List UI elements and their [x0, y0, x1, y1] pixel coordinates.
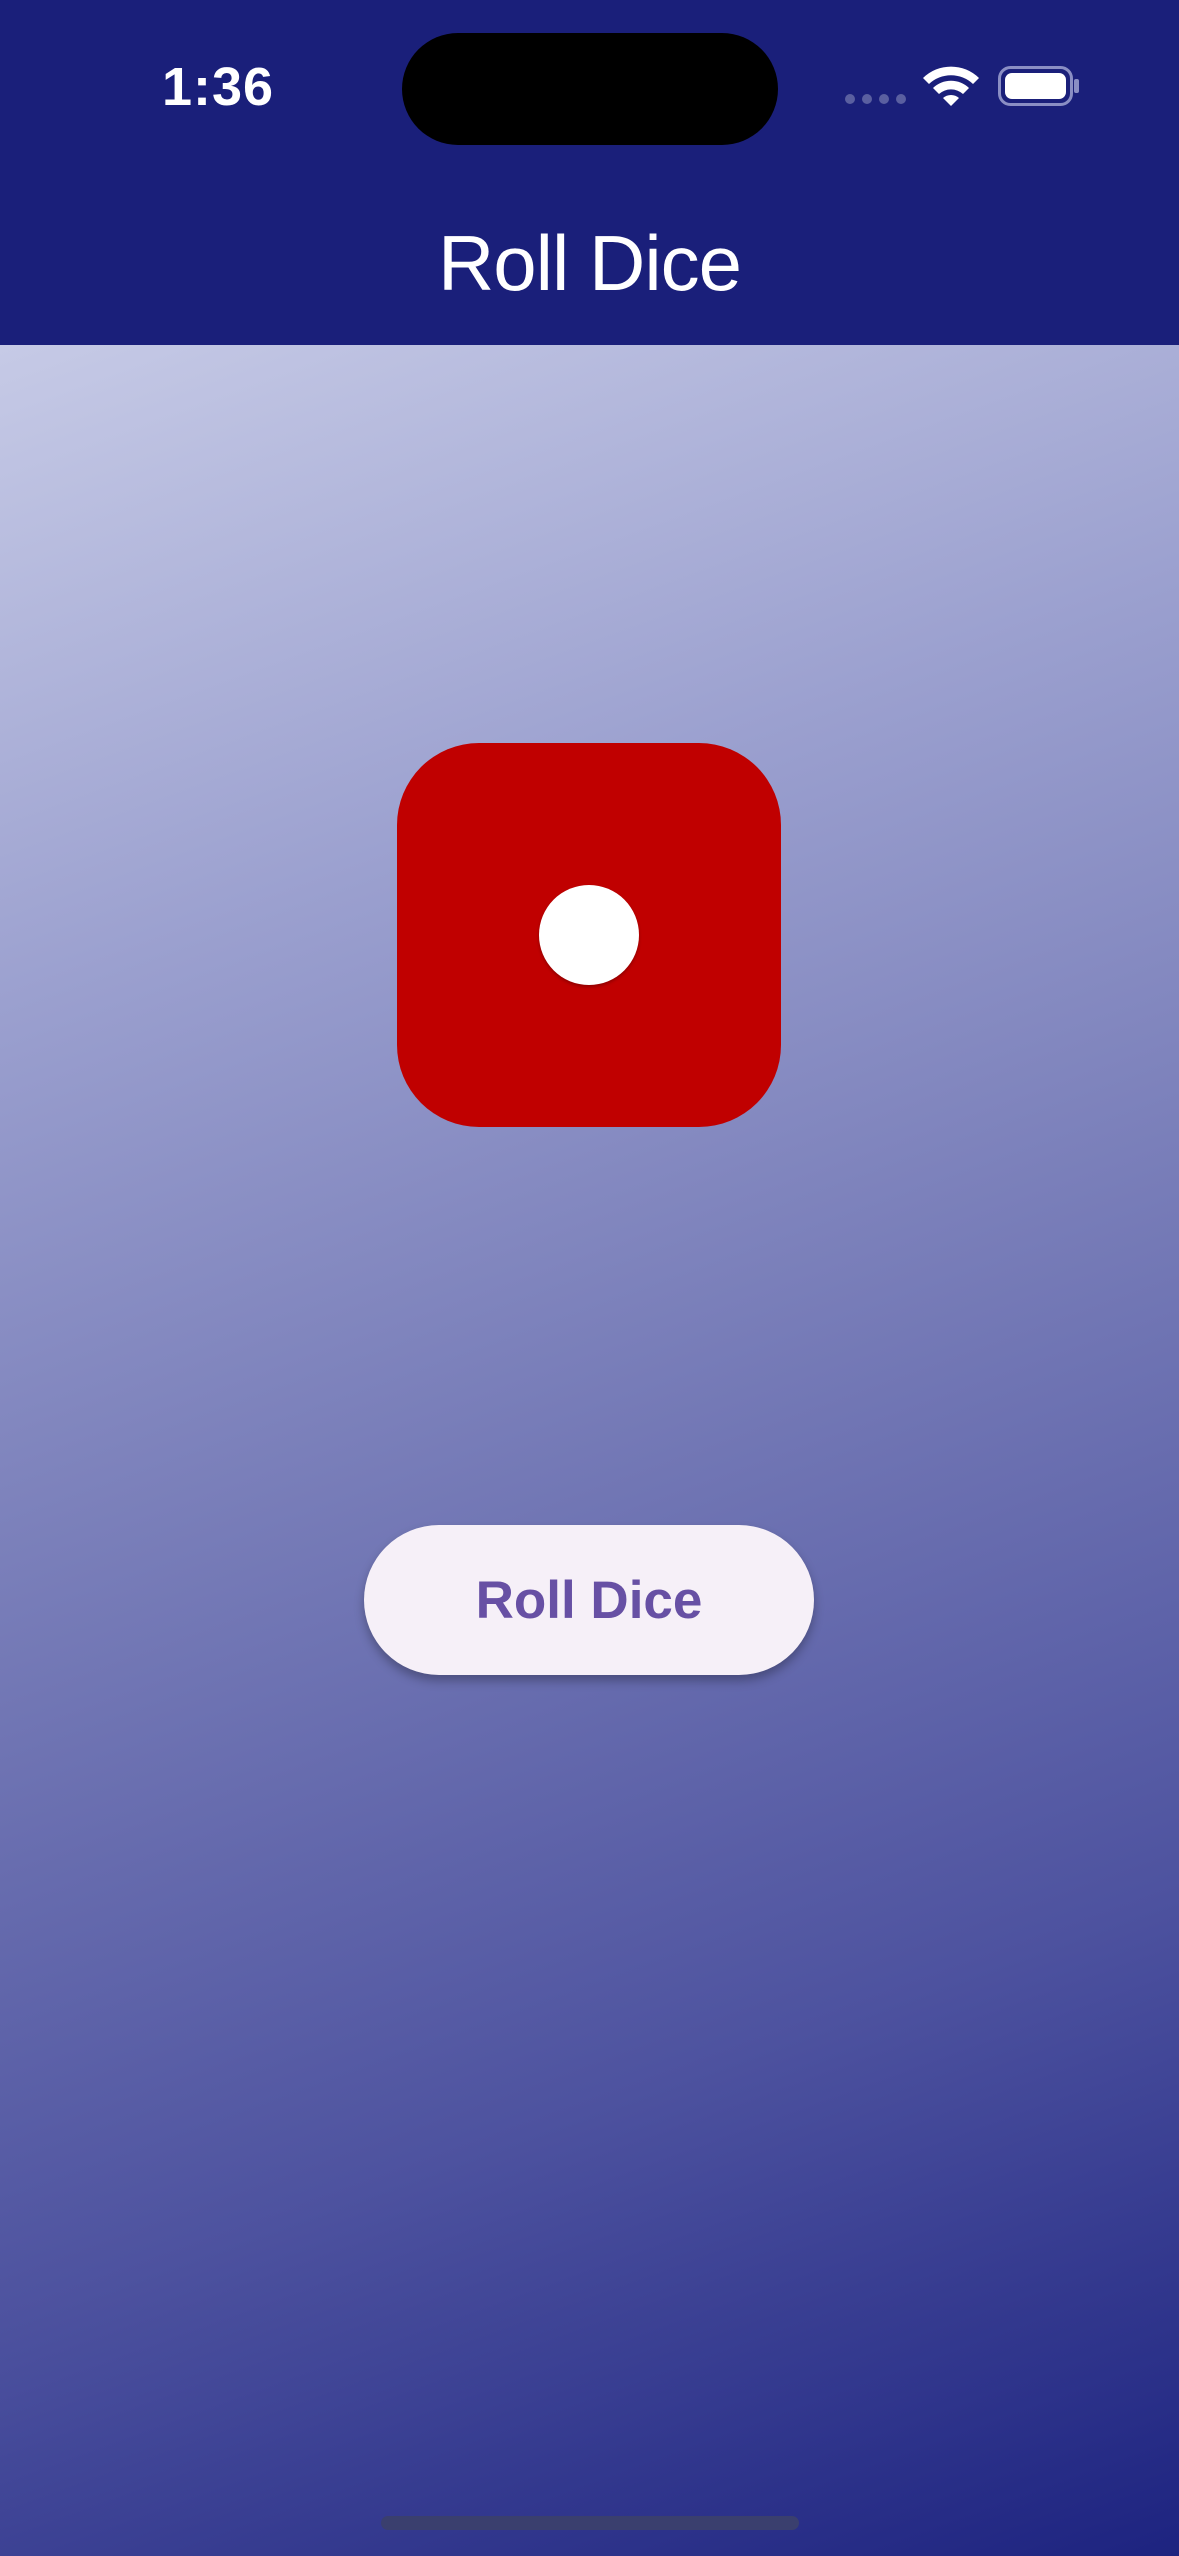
main-content: Roll Dice [0, 345, 1179, 2556]
battery-icon [998, 66, 1079, 106]
home-indicator[interactable] [381, 2516, 799, 2530]
cellular-signal-icon [845, 94, 906, 104]
dice-pip [539, 885, 639, 985]
page-title: Roll Dice [437, 219, 742, 307]
app-bar: 1:36 Roll Dice [0, 0, 1179, 345]
roll-dice-button[interactable]: Roll Dice [364, 1525, 814, 1675]
wifi-icon [923, 66, 979, 106]
dice-face [397, 743, 781, 1127]
status-time: 1:36 [162, 57, 275, 117]
dynamic-island [402, 33, 778, 145]
